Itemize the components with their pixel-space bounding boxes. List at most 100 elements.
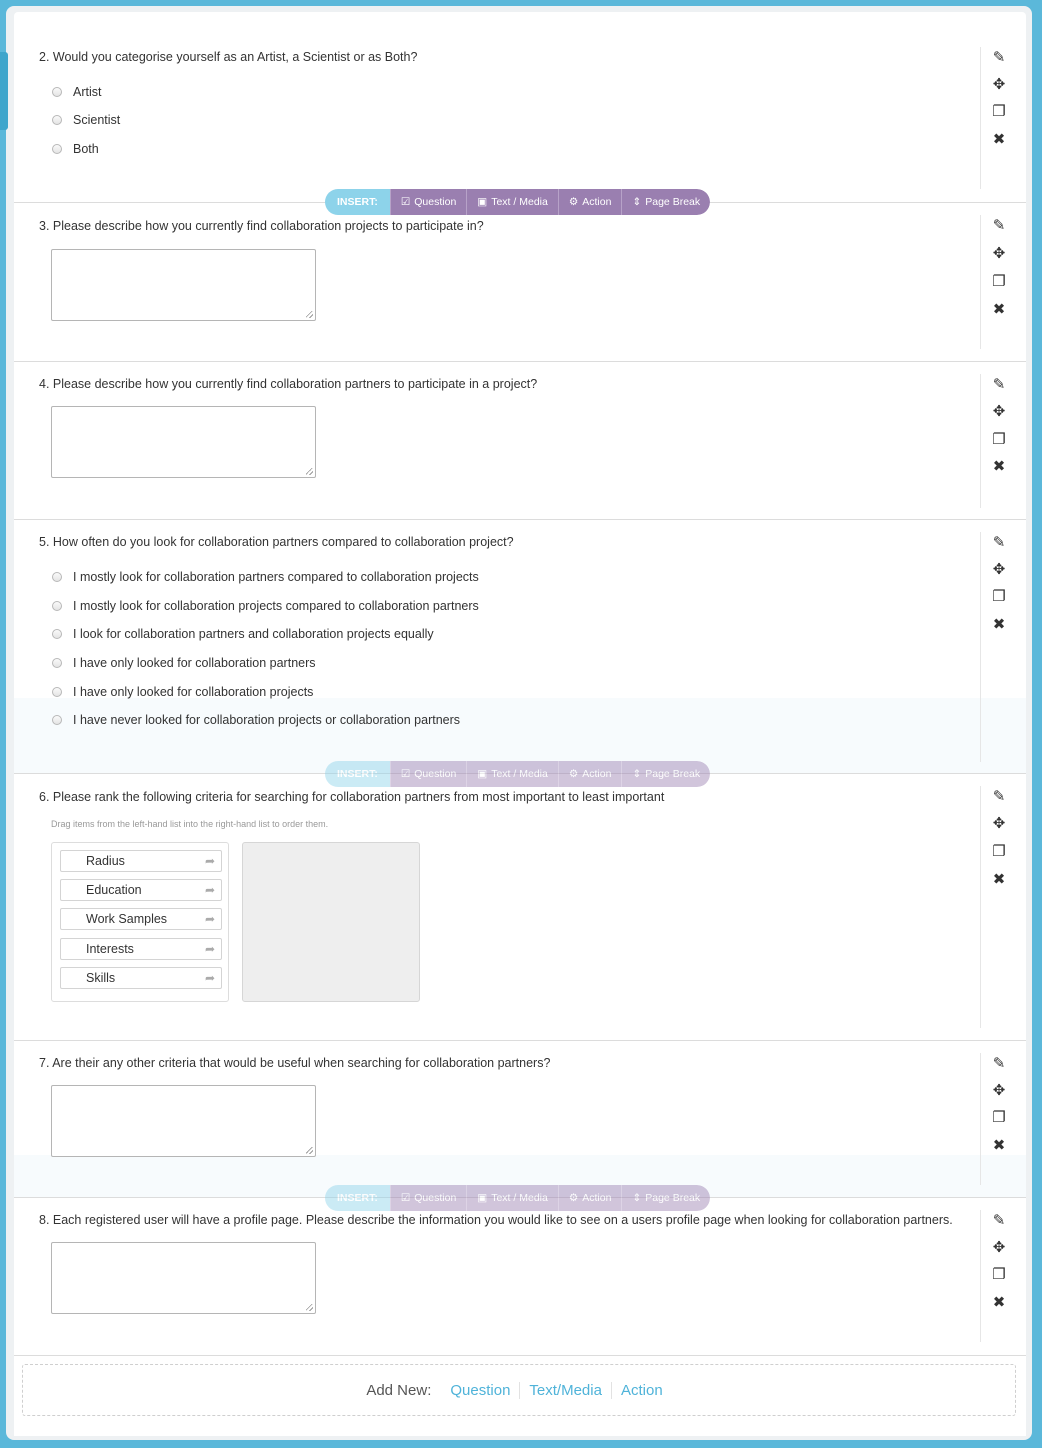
move-icon[interactable]: ✥ [991,403,1007,419]
pencil-icon[interactable]: ✎ [991,49,1007,65]
share-arrow-icon[interactable]: ➦ [205,942,215,956]
radio-button[interactable] [52,144,62,154]
radio-option[interactable]: I look for collaboration partners and co… [52,627,434,641]
insert-question-button[interactable]: ☑ Question [389,761,467,787]
insert-question-button[interactable]: ☑ Question [389,189,467,215]
insert-question-button[interactable]: ☑ Question [389,1185,467,1211]
move-icon[interactable]: ✥ [991,815,1007,831]
rank-item-label: Radius [86,854,125,868]
insert-action-button[interactable]: ⚙ Action [557,1185,622,1211]
insert-text-media-button[interactable]: ▣ Text / Media [466,761,558,787]
pencil-icon[interactable]: ✎ [991,1055,1007,1071]
move-icon[interactable]: ✥ [991,1239,1007,1255]
rank-item[interactable]: Education ➦ [60,879,222,901]
share-arrow-icon[interactable]: ➦ [205,912,215,926]
rank-item[interactable]: Interests ➦ [60,938,222,960]
copy-icon[interactable]: ❐ [991,273,1007,289]
side-tab[interactable] [0,52,8,130]
insert-text-media-label: Text / Media [491,1192,548,1204]
pencil-icon[interactable]: ✎ [991,1212,1007,1228]
insert-action-label: Action [582,1192,612,1204]
option-label: Both [73,142,99,156]
share-arrow-icon[interactable]: ➦ [205,854,215,868]
insert-action-button[interactable]: ⚙ Action [557,761,622,787]
rank-item[interactable]: Skills ➦ [60,967,222,989]
question-tools: ✎ ✥ ❐ ✖ [980,47,1014,189]
pencil-icon[interactable]: ✎ [991,217,1007,233]
pencil-icon[interactable]: ✎ [991,534,1007,550]
move-icon[interactable]: ✥ [991,1082,1007,1098]
answer-textarea[interactable] [51,1085,316,1157]
insert-text-media-button[interactable]: ▣ Text / Media [466,189,558,215]
answer-textarea[interactable] [51,406,316,478]
close-icon[interactable]: ✖ [991,1137,1007,1153]
close-icon[interactable]: ✖ [991,131,1007,147]
radio-button[interactable] [52,87,62,97]
image-icon: ▣ [477,196,488,208]
resize-grip[interactable] [306,1304,313,1311]
insert-text-media-button[interactable]: ▣ Text / Media [466,1185,558,1211]
insert-action-button[interactable]: ⚙ Action [557,189,622,215]
copy-icon[interactable]: ❐ [991,588,1007,604]
radio-option[interactable]: Artist [52,85,101,99]
question-tools: ✎ ✥ ❐ ✖ [980,1210,1014,1342]
move-icon[interactable]: ✥ [991,245,1007,261]
radio-button[interactable] [52,687,62,697]
resize-grip[interactable] [306,1147,313,1154]
close-icon[interactable]: ✖ [991,301,1007,317]
question-title: 6. Please rank the following criteria fo… [39,790,665,804]
checkbox-icon: ☑ [400,1192,411,1204]
add-new-bar: Add New: Question Text/Media Action [22,1364,1016,1416]
option-label: I have only looked for collaboration pro… [73,685,314,699]
add-text-media-link[interactable]: Text/Media [519,1381,611,1399]
question-tools: ✎ ✥ ❐ ✖ [980,374,1014,508]
copy-icon[interactable]: ❐ [991,103,1007,119]
insert-label: INSERT: [325,189,390,215]
copy-icon[interactable]: ❐ [991,431,1007,447]
add-action-link[interactable]: Action [610,1381,672,1399]
radio-button[interactable] [52,715,62,725]
question-block-2: 2. Would you categorise yourself as an A… [14,35,1026,203]
radio-option[interactable]: Both [52,142,99,156]
radio-button[interactable] [52,601,62,611]
radio-option[interactable]: I have only looked for collaboration par… [52,656,316,670]
option-label: I mostly look for collaboration partners… [73,570,479,584]
add-question-link[interactable]: Question [441,1382,519,1399]
insert-page-break-button[interactable]: ⇕ Page Break [621,761,711,787]
insert-page-break-button[interactable]: ⇕ Page Break [621,1185,711,1211]
radio-option[interactable]: Scientist [52,113,120,127]
radio-option[interactable]: I have only looked for collaboration pro… [52,685,313,699]
radio-option[interactable]: I have never looked for collaboration pr… [52,713,460,727]
insert-page-break-button[interactable]: ⇕ Page Break [621,189,711,215]
share-arrow-icon[interactable]: ➦ [205,971,215,985]
pencil-icon[interactable]: ✎ [991,376,1007,392]
close-icon[interactable]: ✖ [991,616,1007,632]
copy-icon[interactable]: ❐ [991,843,1007,859]
resize-grip[interactable] [306,311,313,318]
radio-button[interactable] [52,115,62,125]
radio-option[interactable]: I mostly look for collaboration projects… [52,599,479,613]
move-icon[interactable]: ✥ [991,561,1007,577]
insert-action-label: Action [582,768,612,780]
close-icon[interactable]: ✖ [991,871,1007,887]
close-icon[interactable]: ✖ [991,458,1007,474]
copy-icon[interactable]: ❐ [991,1109,1007,1125]
checkbox-icon: ☑ [400,196,411,208]
radio-option[interactable]: I mostly look for collaboration partners… [52,570,479,584]
rank-item[interactable]: Work Samples ➦ [60,908,222,930]
rank-target-list[interactable] [242,842,420,1002]
resize-grip[interactable] [306,468,313,475]
rank-item-label: Interests [86,942,134,956]
answer-textarea[interactable] [51,1242,316,1314]
answer-textarea[interactable] [51,249,316,321]
radio-button[interactable] [52,658,62,668]
copy-icon[interactable]: ❐ [991,1266,1007,1282]
insert-bar: INSERT: ☑ Question ▣ Text / Media ⚙ Action … [325,189,711,215]
close-icon[interactable]: ✖ [991,1294,1007,1310]
share-arrow-icon[interactable]: ➦ [205,883,215,897]
move-icon[interactable]: ✥ [991,76,1007,92]
rank-item[interactable]: Radius ➦ [60,850,222,872]
radio-button[interactable] [52,572,62,582]
pencil-icon[interactable]: ✎ [991,788,1007,804]
radio-button[interactable] [52,629,62,639]
